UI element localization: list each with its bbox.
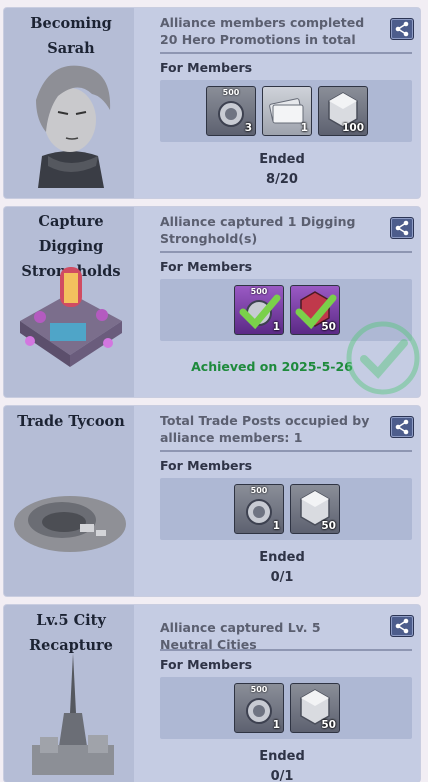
task-status: Ended	[259, 152, 305, 167]
task-card-trade-tycoon: Trade Tycoon Total Trade Posts occupied …	[4, 406, 420, 596]
task-card-becoming-sarah: Becoming Sarah Alliance members complete…	[4, 8, 420, 198]
reward-quantity: 1	[272, 321, 280, 333]
reward-quantity: 50	[321, 321, 336, 333]
task-card-capture-digging-strongholds: Capture Digging Strongholds Alliance cap…	[4, 207, 420, 397]
reward-list: 500 1 50	[160, 478, 412, 540]
task-title-line1: Trade Tycoon	[17, 413, 125, 430]
reward-item[interactable]: 500 3	[206, 86, 256, 136]
task-title-line2: Sarah	[47, 40, 95, 57]
task-title-line1: Becoming	[30, 15, 112, 32]
task-card-lv5-city-recapture: Lv.5 City Recapture Alliance captured Lv…	[4, 605, 420, 782]
reward-list: 500 1 50	[160, 677, 412, 739]
task-title-line1: Capture Digging	[38, 213, 104, 255]
reward-item-claimed[interactable]: 500 1	[234, 285, 284, 335]
reward-item[interactable]: 50	[290, 484, 340, 534]
city-tower-illustration	[32, 653, 114, 775]
divider	[160, 52, 412, 54]
stronghold-illustration	[20, 267, 122, 367]
task-title: Trade Tycoon	[8, 409, 134, 434]
reward-quantity: 1	[300, 122, 308, 134]
for-members-label: For Members	[160, 657, 253, 672]
reward-item[interactable]: 100	[318, 86, 368, 136]
reward-quantity: 1	[272, 719, 280, 731]
for-members-label: For Members	[160, 259, 253, 274]
task-description: Alliance captured 1 Digging Stronghold(s…	[160, 214, 356, 246]
divider	[160, 251, 412, 253]
reward-quantity: 50	[321, 719, 336, 731]
for-members-label: For Members	[160, 458, 253, 473]
share-button[interactable]	[390, 18, 414, 40]
task-title: Lv.5 City Recapture	[8, 608, 134, 658]
reward-list: 500 3 1 100	[160, 80, 412, 142]
share-button[interactable]	[390, 615, 414, 637]
share-button[interactable]	[390, 217, 414, 239]
share-icon	[395, 618, 409, 634]
reward-item[interactable]: 500 1	[234, 683, 284, 733]
task-status: Ended	[259, 749, 305, 764]
divider	[160, 649, 412, 651]
reward-quantity: 3	[244, 122, 252, 134]
task-progress: 0/1	[270, 570, 294, 585]
task-progress: 0/1	[270, 769, 294, 782]
hero-portrait-illustration	[18, 60, 122, 188]
reward-item[interactable]: 500 1	[234, 484, 284, 534]
task-status: Ended	[259, 550, 305, 565]
reward-quantity: 1	[272, 520, 280, 532]
share-button[interactable]	[390, 416, 414, 438]
trade-post-illustration	[14, 496, 126, 552]
reward-item-claimed[interactable]: 50	[290, 285, 340, 335]
share-icon	[395, 220, 409, 236]
task-title: Becoming Sarah	[8, 11, 134, 61]
task-description: Alliance members completed 20 Hero Promo…	[160, 15, 365, 47]
reward-quantity: 100	[342, 122, 364, 134]
reward-item[interactable]: 1	[262, 86, 312, 136]
task-progress: 8/20	[266, 172, 298, 187]
for-members-label: For Members	[160, 60, 253, 75]
task-description: Alliance captured Lv. 5 Neutral Cities	[160, 620, 321, 652]
task-title-line1: Lv.5 City	[36, 612, 106, 629]
reward-item[interactable]: 50	[290, 683, 340, 733]
share-icon	[395, 21, 409, 37]
share-icon	[395, 419, 409, 435]
divider	[160, 450, 412, 452]
task-description: Total Trade Posts occupied by alliance m…	[160, 413, 370, 445]
reward-quantity: 50	[321, 520, 336, 532]
completed-stamp-icon	[346, 321, 420, 395]
